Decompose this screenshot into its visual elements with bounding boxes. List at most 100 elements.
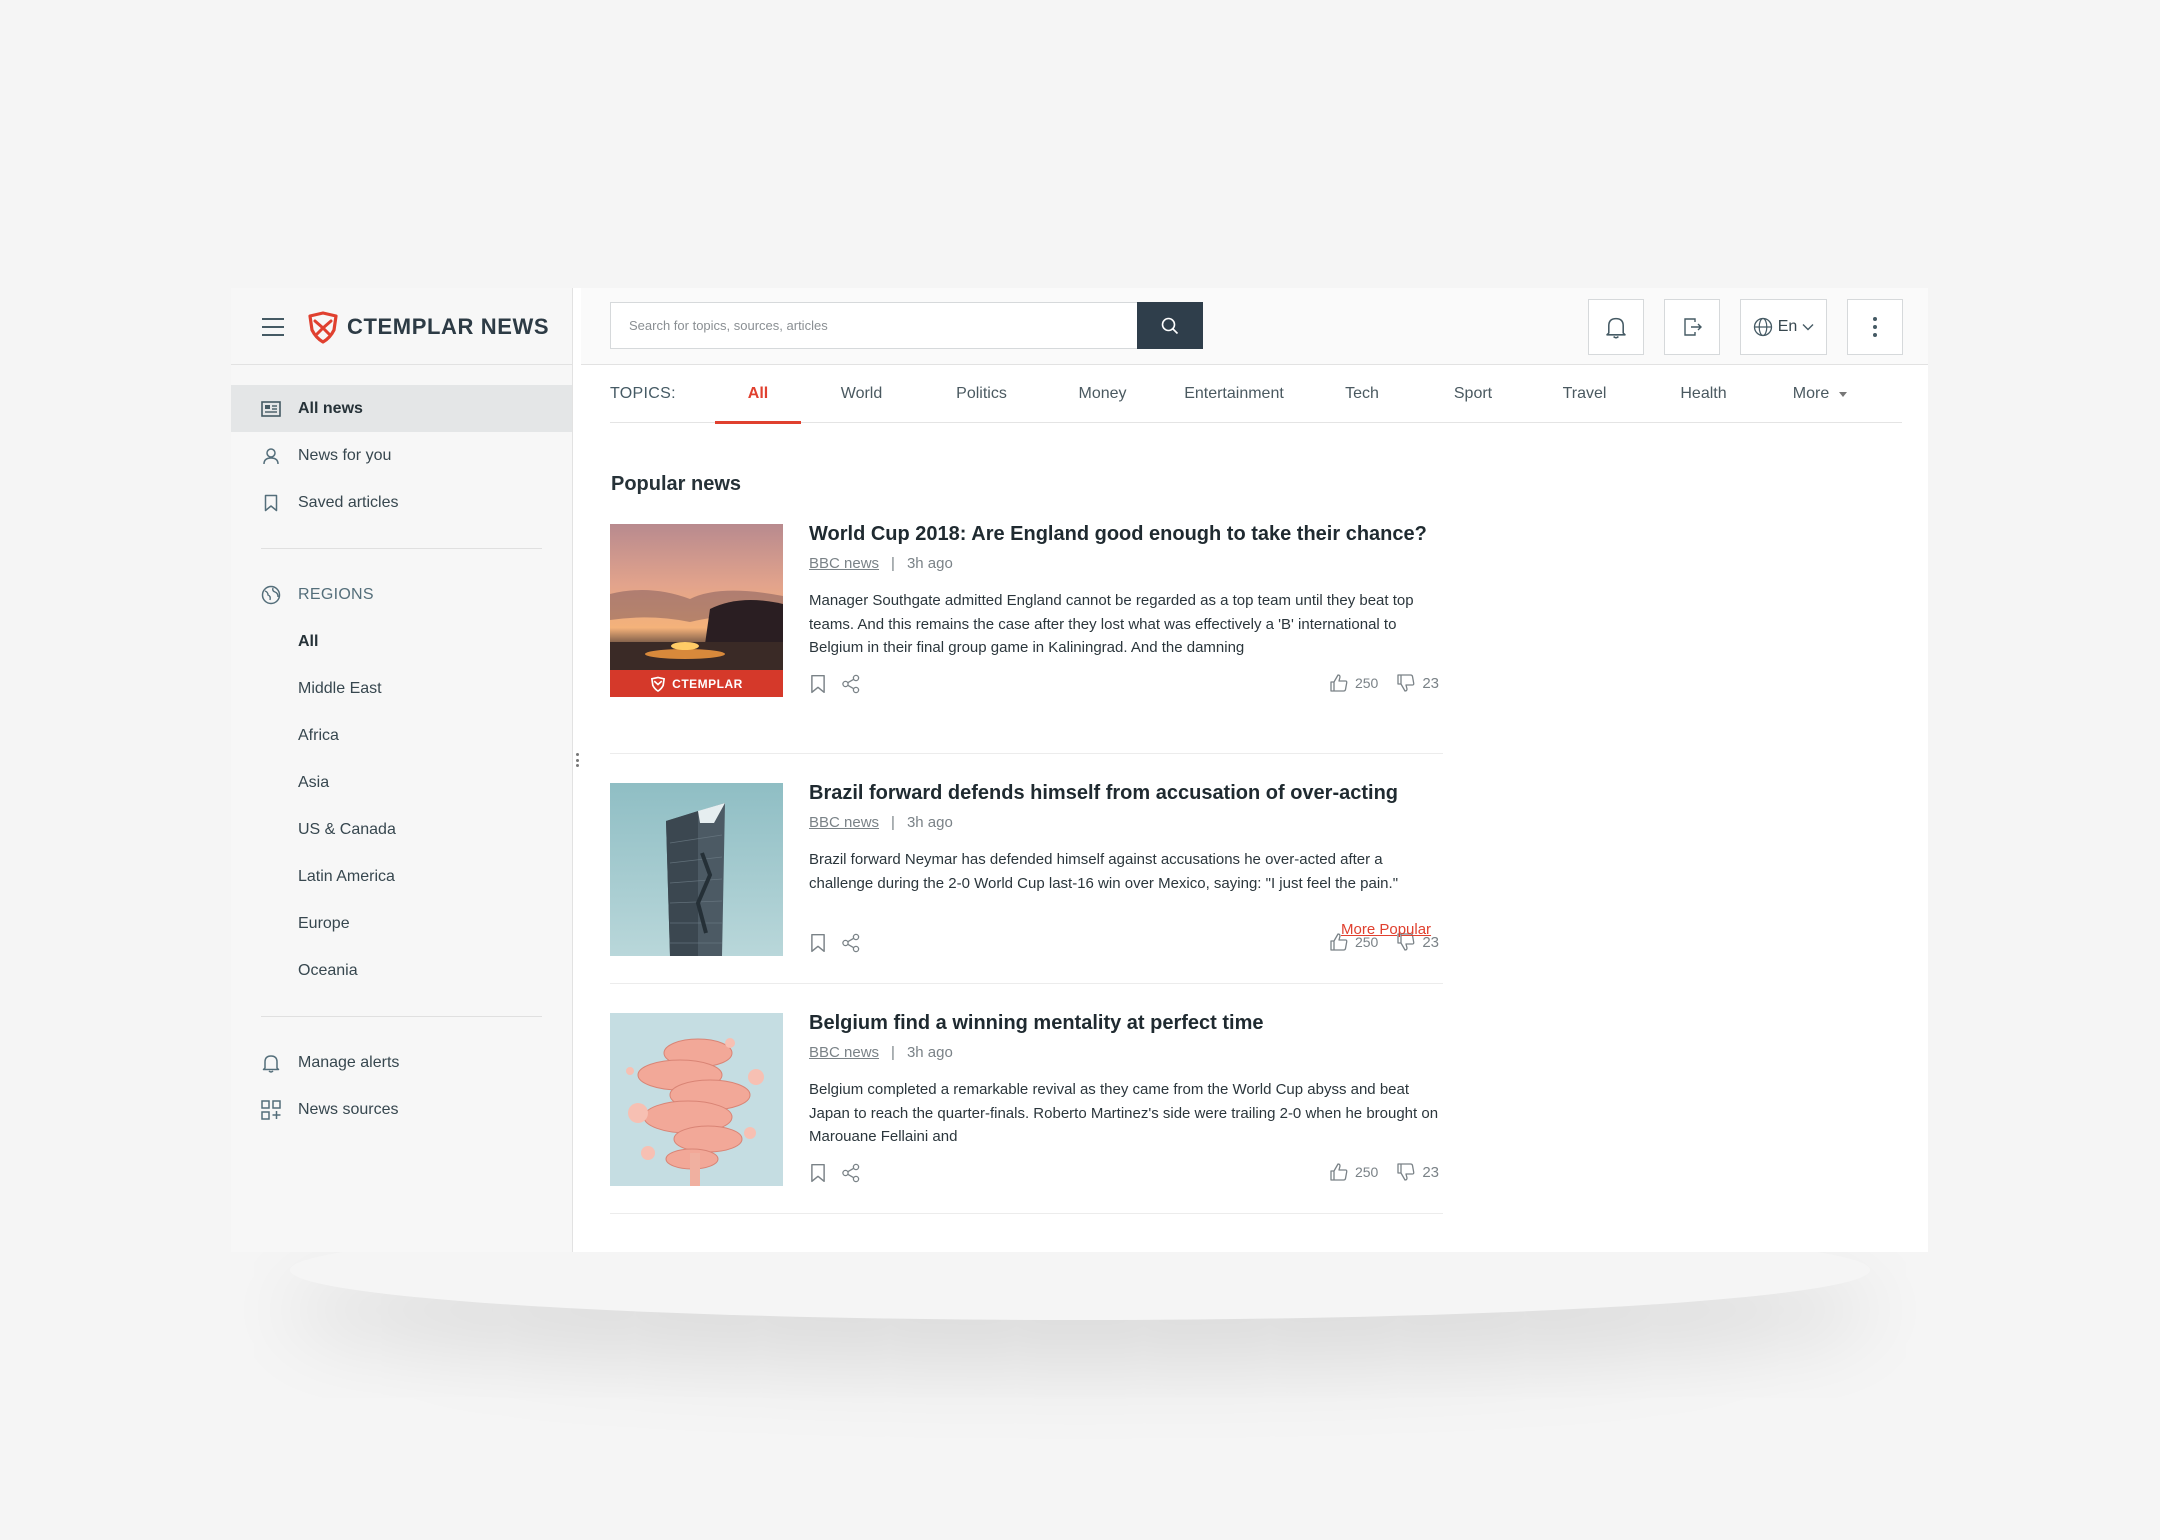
bookmark-icon[interactable] xyxy=(809,674,827,694)
search-icon xyxy=(1161,317,1179,334)
tab-world[interactable]: World xyxy=(801,366,922,423)
article-card: Belgium find a winning mentality at perf… xyxy=(610,984,1443,1214)
region-item-us-canada[interactable]: US & Canada xyxy=(231,806,572,853)
tab-label: Money xyxy=(1078,385,1127,402)
region-item-oceania[interactable]: Oceania xyxy=(231,947,572,994)
bell-icon xyxy=(261,1053,281,1073)
sidebar-nav: All news News for you Saved articles REG… xyxy=(231,365,572,1133)
tab-label: Tech xyxy=(1345,385,1379,402)
tab-travel[interactable]: Travel xyxy=(1526,366,1643,423)
tab-more[interactable]: More xyxy=(1764,366,1876,423)
bookmark-icon[interactable] xyxy=(809,933,827,953)
like-button[interactable]: 250 xyxy=(1329,673,1378,693)
bookmark-icon[interactable] xyxy=(809,1163,827,1183)
sidebar-item-label: News sources xyxy=(298,1100,399,1118)
sidebar-resize-handle[interactable] xyxy=(573,753,581,767)
sidebar-item-label: Manage alerts xyxy=(298,1053,400,1071)
tab-label: All xyxy=(747,385,769,402)
article-title[interactable]: Belgium find a winning mentality at perf… xyxy=(809,1012,1264,1035)
article-excerpt: Belgium completed a remarkable revival a… xyxy=(809,1081,1439,1145)
article-card: CTEMPLAR World Cup 2018: Are England goo… xyxy=(610,523,1443,754)
search-button[interactable] xyxy=(1137,302,1203,349)
notifications-button[interactable] xyxy=(1588,299,1644,355)
region-label: All xyxy=(298,632,319,650)
share-icon[interactable] xyxy=(841,933,861,953)
region-label: Middle East xyxy=(298,679,382,697)
source-badge: CTEMPLAR xyxy=(610,670,783,697)
globe-icon xyxy=(1753,317,1772,337)
newspaper-icon xyxy=(261,399,281,419)
region-item-middle-east[interactable]: Middle East xyxy=(231,665,572,712)
hamburger-menu-icon[interactable] xyxy=(262,318,284,336)
article-meta: BBC news | 3h ago xyxy=(809,1044,953,1061)
sidebar: CTEMPLAR NEWS All news News for you Save… xyxy=(231,288,573,1252)
tab-sport[interactable]: Sport xyxy=(1420,366,1526,423)
section-title: Popular news xyxy=(611,473,742,495)
dislike-count: 23 xyxy=(1422,1163,1439,1181)
like-count: 250 xyxy=(1354,1164,1379,1180)
sidebar-item-saved-articles[interactable]: Saved articles xyxy=(231,479,572,526)
article-source-link[interactable]: BBC news xyxy=(809,814,879,831)
sidebar-item-label: Saved articles xyxy=(298,493,399,511)
logout-icon xyxy=(1684,318,1702,336)
main-content: En TOPICS: All World Politics Money Ente… xyxy=(581,288,1928,1252)
thumbs-up-icon xyxy=(1330,1163,1348,1181)
dislike-button[interactable]: 23 xyxy=(1396,673,1439,693)
article-image[interactable] xyxy=(610,783,783,956)
thumbs-up-icon xyxy=(1330,674,1348,692)
article-title[interactable]: Brazil forward defends himself from accu… xyxy=(809,782,1398,805)
chevron-down-icon xyxy=(1802,324,1814,331)
article-source-link[interactable]: BBC news xyxy=(809,1044,879,1061)
language-selector[interactable]: En xyxy=(1740,299,1827,355)
share-icon[interactable] xyxy=(841,1163,861,1183)
thumbs-down-icon xyxy=(1397,674,1415,692)
article-title[interactable]: World Cup 2018: Are England good enough … xyxy=(809,523,1427,546)
tab-politics[interactable]: Politics xyxy=(922,366,1041,423)
region-label: Europe xyxy=(298,914,350,932)
article-image[interactable]: CTEMPLAR xyxy=(610,524,783,697)
search-input[interactable] xyxy=(611,303,1137,348)
app-window: CTEMPLAR NEWS All news News for you Save… xyxy=(231,288,1928,1252)
sidebar-item-manage-alerts[interactable]: Manage alerts xyxy=(231,1039,572,1086)
tab-entertainment[interactable]: Entertainment xyxy=(1164,366,1304,423)
ctemplar-logo-icon xyxy=(651,676,666,692)
region-label: Africa xyxy=(298,726,339,744)
region-item-europe[interactable]: Europe xyxy=(231,900,572,947)
sidebar-divider xyxy=(261,1016,542,1017)
article-actions xyxy=(809,1163,861,1183)
article-excerpt: Brazil forward Neymar has defended himse… xyxy=(809,851,1399,892)
topics-label: TOPICS: xyxy=(610,385,676,402)
sidebar-item-news-sources[interactable]: News sources xyxy=(231,1086,572,1133)
like-count: 250 xyxy=(1354,675,1379,691)
sidebar-divider xyxy=(261,548,542,549)
article-source-link[interactable]: BBC news xyxy=(809,555,879,572)
globe-icon xyxy=(261,585,281,605)
tab-tech[interactable]: Tech xyxy=(1304,366,1420,423)
meta-separator: | xyxy=(891,814,895,831)
search-bar xyxy=(610,302,1203,349)
meta-separator: | xyxy=(891,1044,895,1061)
tab-health[interactable]: Health xyxy=(1643,366,1764,423)
article-meta: BBC news | 3h ago xyxy=(809,555,953,572)
dislike-button[interactable]: 23 xyxy=(1396,1162,1439,1182)
tab-label: More xyxy=(1792,385,1830,402)
article-meta: BBC news | 3h ago xyxy=(809,814,953,831)
sidebar-item-all-news[interactable]: All news xyxy=(231,385,572,432)
sidebar-item-news-for-you[interactable]: News for you xyxy=(231,432,572,479)
article-image[interactable] xyxy=(610,1013,783,1186)
tab-money[interactable]: Money xyxy=(1041,366,1164,423)
region-item-asia[interactable]: Asia xyxy=(231,759,572,806)
tab-all[interactable]: All xyxy=(715,366,801,424)
like-button[interactable]: 250 xyxy=(1329,1162,1378,1182)
more-popular-link[interactable]: More Popular xyxy=(1341,921,1431,938)
brand-name: CTEMPLAR NEWS xyxy=(347,314,550,339)
logout-button[interactable] xyxy=(1664,299,1720,355)
region-item-all[interactable]: All xyxy=(231,618,572,665)
more-options-button[interactable] xyxy=(1847,299,1903,355)
tab-label: Travel xyxy=(1562,385,1607,402)
share-icon[interactable] xyxy=(841,674,861,694)
article-time: 3h ago xyxy=(906,555,953,572)
thumbs-down-icon xyxy=(1397,1163,1415,1181)
region-item-africa[interactable]: Africa xyxy=(231,712,572,759)
region-item-latin-america[interactable]: Latin America xyxy=(231,853,572,900)
